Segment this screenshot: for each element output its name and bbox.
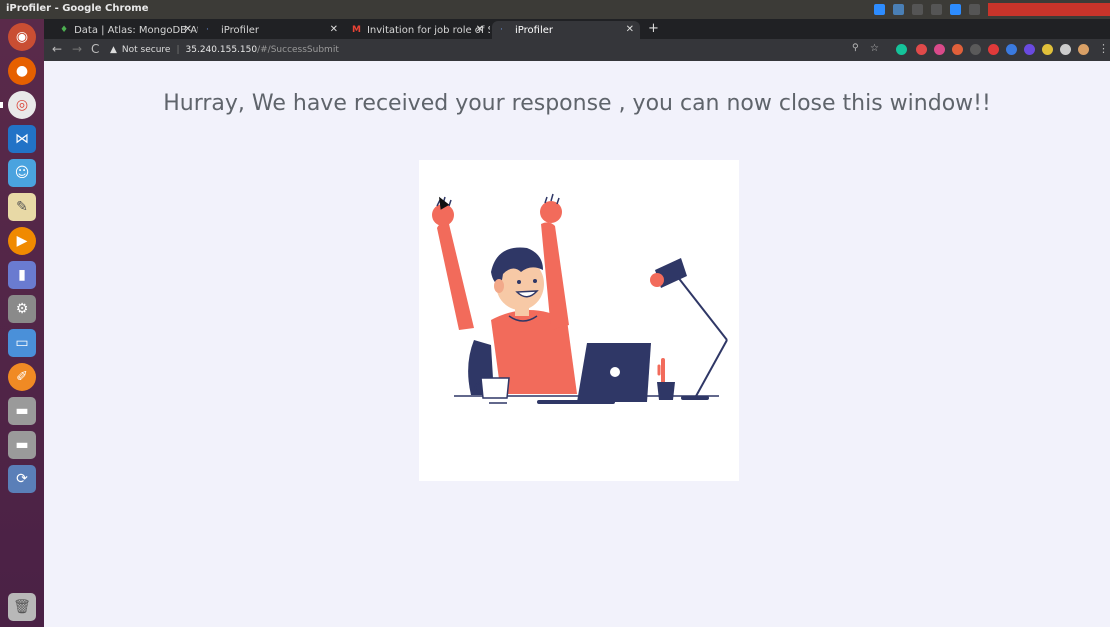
warning-icon: ▲ [110, 45, 117, 55]
divider: | [176, 45, 180, 55]
back-arrow-icon[interactable]: ← [52, 42, 62, 56]
redacted-tray-area [988, 3, 1110, 16]
extension-yellow-icon[interactable] [1042, 44, 1053, 55]
celebration-illustration [419, 160, 739, 481]
drive-icon[interactable]: ▬ [8, 397, 36, 425]
close-tab-icon[interactable]: ✕ [626, 24, 634, 35]
close-tab-icon[interactable]: ✕ [184, 24, 192, 35]
extension-adblock-icon[interactable] [988, 44, 999, 55]
zoom-icon[interactable]: ⚲ [852, 43, 859, 53]
firefox-icon[interactable]: ● [8, 57, 36, 85]
keynote-icon[interactable]: ▭ [8, 329, 36, 357]
profile-avatar[interactable] [1078, 44, 1089, 55]
tab-iprofiler-active[interactable]: · iProfiler ✕ [492, 21, 640, 39]
iprofiler-icon: · [500, 24, 503, 35]
extension-purple-icon[interactable] [1024, 44, 1035, 55]
celebrating-person-image [432, 193, 728, 404]
url-host: 35.240.155.150 [185, 45, 258, 55]
gmail-icon: M [352, 24, 361, 35]
security-label: Not secure [121, 45, 171, 55]
reload-icon[interactable]: C [91, 42, 99, 56]
system-tray [874, 4, 980, 15]
vlc-icon[interactable]: ▶ [8, 227, 36, 255]
window-title: iProfiler - Google Chrome [6, 3, 149, 14]
success-heading: Hurray, We have received your response ,… [163, 91, 991, 116]
close-tab-icon[interactable]: ✕ [476, 24, 484, 35]
tab-iprofiler[interactable]: · iProfiler ✕ [198, 21, 344, 39]
leaf-icon: ♦ [60, 24, 69, 35]
extension-blue-icon[interactable] [1006, 44, 1017, 55]
browser-toolbar: ← → C ▲ Not secure | 35.240.155.150 /#/S… [44, 39, 1110, 61]
extension-arrow-icon[interactable] [916, 44, 927, 55]
software-updater-icon[interactable]: ⟳ [8, 465, 36, 493]
chrome-icon[interactable]: ◎ [8, 91, 36, 119]
pages-icon[interactable]: ✐ [8, 363, 36, 391]
url-path: /#/SuccessSubmit [257, 45, 339, 55]
address-bar[interactable]: ▲ Not secure | 35.240.155.150 /#/Success… [110, 41, 870, 59]
tab-label: iProfiler [515, 24, 553, 36]
close-tab-icon[interactable]: ✕ [330, 24, 338, 35]
wifi-icon[interactable] [912, 4, 923, 15]
tab-label: iProfiler [221, 24, 259, 36]
finder-icon[interactable]: ☺ [8, 159, 36, 187]
bookmark-star-icon[interactable]: ☆ [870, 43, 879, 54]
vscode-icon[interactable]: ⋈ [8, 125, 36, 153]
trash-icon[interactable]: 🗑 [8, 593, 36, 621]
top-panel: iProfiler - Google Chrome [0, 0, 1110, 19]
tab-mongodb[interactable]: ♦ Data | Atlas: MongoDB At ✕ [52, 21, 198, 39]
battery-icon[interactable] [931, 4, 942, 15]
extension-puzzle-icon[interactable] [934, 44, 945, 55]
sound-icon[interactable] [969, 4, 980, 15]
kebab-menu-icon[interactable]: ⋮ [1098, 42, 1109, 55]
ubuntu-dash-icon[interactable]: ◉ [8, 23, 36, 51]
extension-shield-icon[interactable] [952, 44, 963, 55]
charts-icon[interactable]: ▮ [8, 261, 36, 289]
extension-grammarly-icon[interactable] [896, 44, 907, 55]
active-app-indicator [0, 102, 3, 108]
page-content: Hurray, We have received your response ,… [44, 61, 1110, 627]
tab-strip: ♦ Data | Atlas: MongoDB At ✕ · iProfiler… [44, 19, 1110, 39]
zoom-icon[interactable] [874, 4, 885, 15]
tab-gmail[interactable]: M Invitation for job role of S ✕ [344, 21, 490, 39]
launcher: ◉ ● ◎ ⋈ ☺ ✎ ▶ ▮ ⚙ ▭ ✐ ▬ ▬ ⟳ 🗑 [0, 19, 44, 627]
settings-icon[interactable]: ⚙ [8, 295, 36, 323]
display-icon[interactable] [893, 4, 904, 15]
new-tab-button[interactable]: + [648, 21, 659, 36]
text-editor-icon[interactable]: ✎ [8, 193, 36, 221]
extension-new-icon[interactable] [970, 44, 981, 55]
bluetooth-icon[interactable] [950, 4, 961, 15]
forward-arrow-icon[interactable]: → [72, 42, 82, 56]
extensions-menu-icon[interactable] [1060, 44, 1071, 55]
tab-label: Data | Atlas: MongoDB At [74, 24, 198, 36]
drive-2-icon[interactable]: ▬ [8, 431, 36, 459]
iprofiler-icon: · [206, 24, 209, 35]
tab-label: Invitation for job role of S [366, 24, 490, 36]
